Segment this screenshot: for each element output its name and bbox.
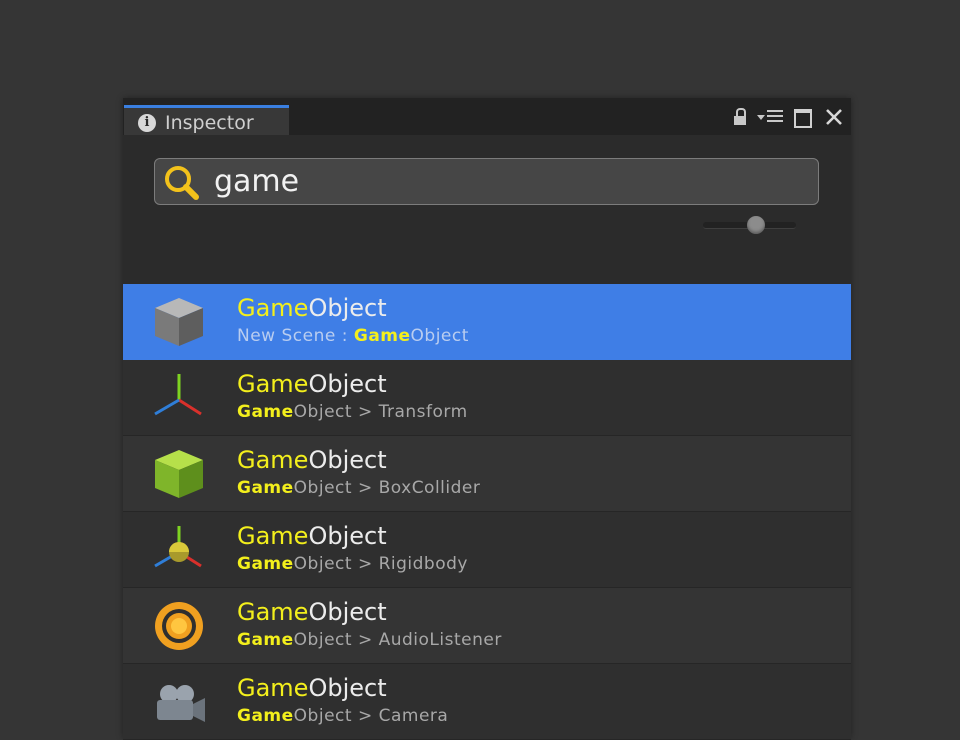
result-title: GameObject: [237, 522, 387, 550]
tab-inspector[interactable]: i Inspector: [124, 105, 289, 135]
icon-size-slider[interactable]: [701, 216, 798, 236]
result-title: GameObject: [237, 370, 387, 398]
result-path: GameObject > Rigidbody: [237, 554, 468, 574]
result-row[interactable]: GameObject GameObject > Camera: [123, 664, 851, 740]
menu-icon[interactable]: [757, 106, 783, 128]
search-icon: [165, 166, 199, 200]
search-input[interactable]: game: [154, 158, 819, 205]
inspector-panel: i Inspector game GameObject New Scene: …: [123, 98, 851, 740]
result-row[interactable]: GameObject New Scene : GameObject: [123, 284, 851, 360]
maximize-icon[interactable]: [793, 106, 813, 128]
result-path: GameObject > AudioListener: [237, 630, 502, 650]
result-title: GameObject: [237, 674, 387, 702]
transform-icon: [154, 374, 202, 416]
rigidbody-icon: [154, 526, 202, 568]
result-row[interactable]: GameObject GameObject > AudioListener: [123, 588, 851, 664]
result-title: GameObject: [237, 598, 387, 626]
result-row[interactable]: GameObject GameObject > Transform: [123, 360, 851, 436]
tab-inspector-label: Inspector: [165, 112, 254, 134]
box-collider-icon: [155, 450, 203, 498]
result-path: New Scene : GameObject: [237, 326, 469, 346]
info-icon-glyph: i: [144, 115, 150, 130]
result-list: GameObject New Scene : GameObject GameOb…: [123, 284, 851, 740]
inspector-tab-bar: i Inspector: [123, 98, 851, 135]
audio-listener-icon: [155, 602, 203, 650]
result-row[interactable]: GameObject GameObject > Rigidbody: [123, 512, 851, 588]
gameobject-cube-icon: [155, 298, 203, 346]
camera-icon: [157, 685, 205, 722]
lock-icon[interactable]: [732, 106, 748, 128]
info-icon: i: [138, 114, 156, 132]
slider-handle[interactable]: [747, 216, 765, 234]
result-path: GameObject > Camera: [237, 706, 449, 726]
result-path: GameObject > Transform: [237, 402, 468, 422]
result-title: GameObject: [237, 446, 387, 474]
result-path: GameObject > BoxCollider: [237, 478, 481, 498]
result-title: GameObject: [237, 294, 387, 322]
close-icon[interactable]: [823, 106, 845, 128]
search-query: game: [214, 164, 300, 199]
result-row[interactable]: GameObject GameObject > BoxCollider: [123, 436, 851, 512]
